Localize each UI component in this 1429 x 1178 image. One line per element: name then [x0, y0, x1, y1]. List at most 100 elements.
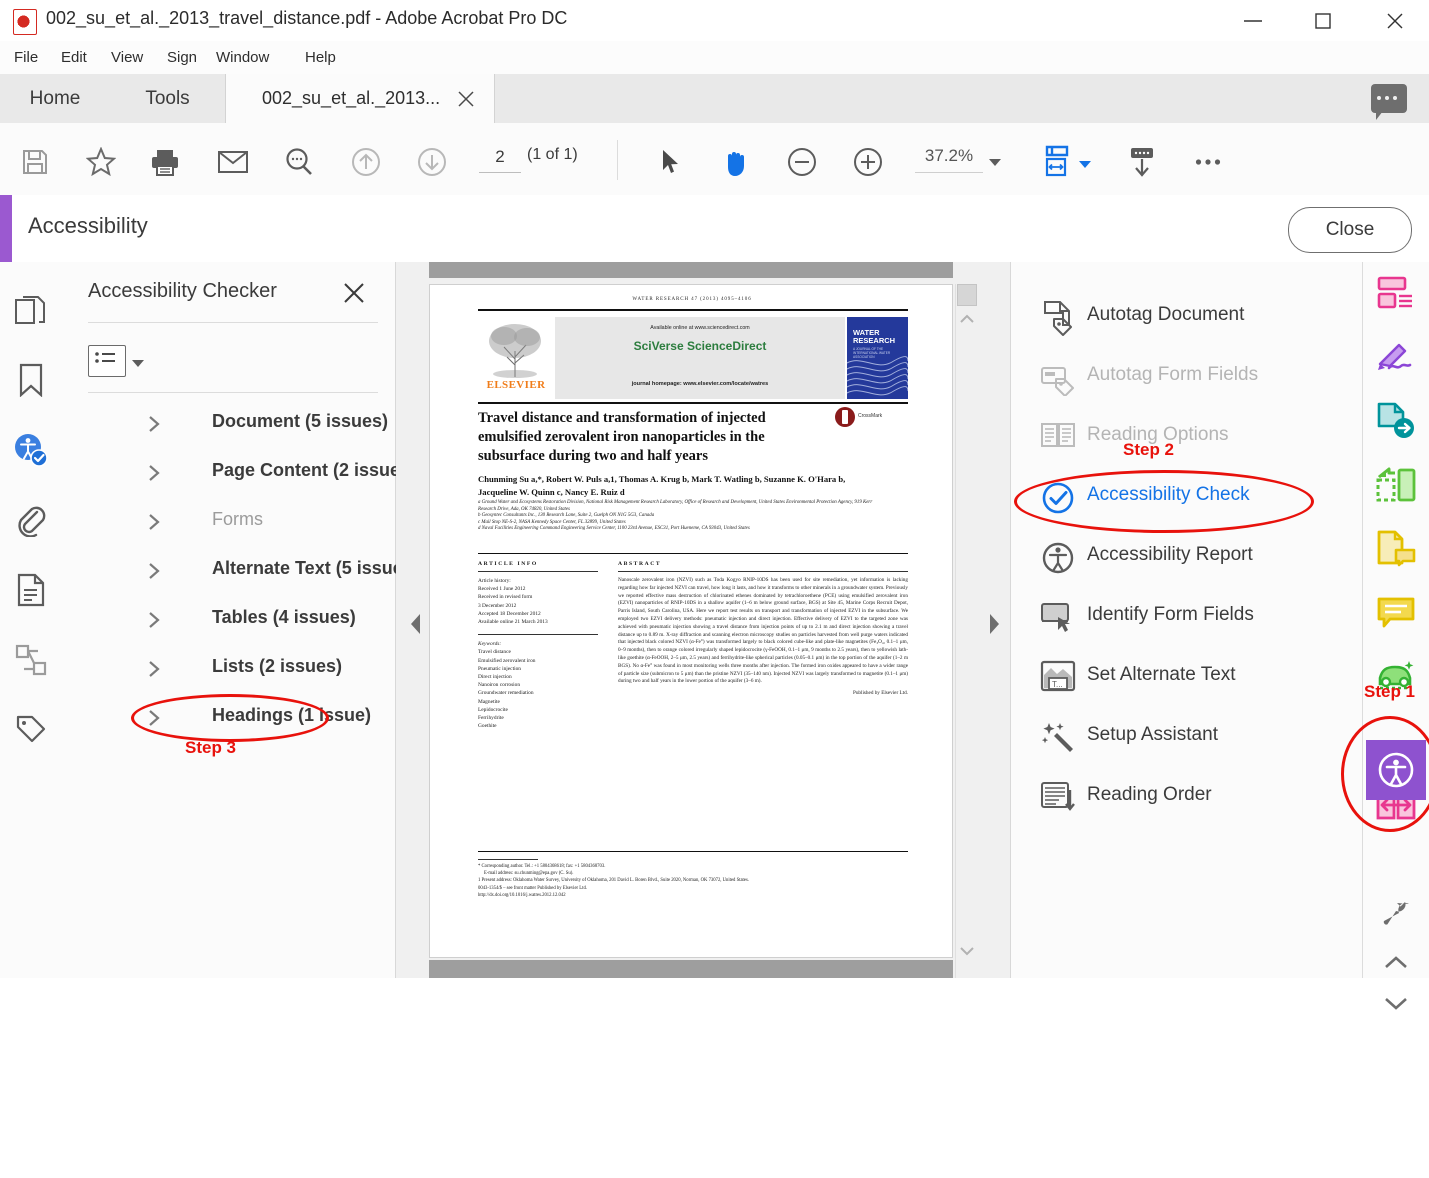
star-icon[interactable] [78, 140, 124, 184]
accessibility-icon[interactable] [1366, 740, 1426, 800]
tab-close-icon[interactable] [455, 88, 477, 110]
article-history-label: Article history: [478, 578, 511, 584]
order-icon[interactable] [8, 636, 54, 684]
menu-help[interactable]: Help [299, 47, 342, 68]
abstract-text: Nanoscale zerovalent iron (NZVI) such as… [618, 577, 908, 685]
fit-page-chevron-down-icon[interactable] [1079, 156, 1091, 174]
tree-item-document[interactable]: Document (5 issues) [62, 400, 395, 449]
next-page-icon[interactable] [409, 140, 455, 184]
search-icon[interactable] [276, 140, 322, 184]
close-accessibility-button[interactable]: Close [1288, 207, 1412, 253]
page-count-label: (1 of 1) [527, 146, 578, 163]
tool-accessibility-check[interactable]: Accessibility Check [1011, 468, 1362, 528]
tree-item-label: Document (5 issues) [212, 411, 389, 431]
tool-setup-assistant[interactable]: Setup Assistant [1011, 708, 1362, 768]
comment-icon[interactable] [1371, 588, 1421, 638]
close-icon[interactable] [341, 280, 367, 306]
fit-page-icon[interactable] [1035, 140, 1081, 184]
tool-accessibility-report[interactable]: Accessibility Report [1011, 528, 1362, 588]
tree-item-tables[interactable]: Tables (4 issues) [62, 596, 395, 645]
tree-item-forms[interactable]: Forms [62, 498, 395, 547]
page-thumbnails-icon[interactable] [8, 286, 54, 334]
menu-window[interactable]: Window [210, 47, 275, 68]
options-chevron-down-icon[interactable] [132, 355, 144, 373]
email-icon[interactable] [210, 140, 256, 184]
menu-view[interactable]: View [105, 47, 149, 68]
download-icon[interactable] [1119, 140, 1165, 184]
menu-sign[interactable]: Sign [161, 47, 203, 68]
tool-reading-order[interactable]: Reading Order [1011, 768, 1362, 828]
attachments-icon[interactable] [8, 496, 54, 544]
tab-tools[interactable]: Tools [110, 74, 225, 123]
page-top-separator [429, 262, 953, 278]
tool-label: Identify Form Fields [1087, 604, 1254, 625]
tree-item-headings[interactable]: Headings (1 issue) [62, 694, 395, 743]
tool-autotag-document[interactable]: Autotag Document [1011, 288, 1362, 348]
more-options-icon[interactable] [1185, 140, 1231, 184]
zoom-chevron-down-icon[interactable] [989, 154, 1001, 172]
tab-home[interactable]: Home [0, 74, 110, 123]
chevron-right-icon[interactable] [144, 414, 164, 434]
maximize-button[interactable] [1300, 0, 1346, 41]
tools-icon-rail [1363, 262, 1429, 1010]
water-research-cover: WATER RESEARCH A JOURNAL OF THE INTERNAT… [847, 317, 908, 399]
chevron-right-icon[interactable] [144, 659, 164, 679]
previous-page-icon[interactable] [343, 140, 389, 184]
fill-and-sign-icon[interactable] [1371, 332, 1421, 382]
hand-icon[interactable] [713, 140, 759, 184]
chevron-right-icon[interactable] [144, 561, 164, 581]
vertical-scrollbar[interactable] [955, 284, 978, 978]
keywords-block: Keywords: Travel distance Emulsified zer… [478, 640, 598, 730]
tool-identify-form-fields[interactable]: Identify Form Fields [1011, 588, 1362, 648]
chevron-right-icon[interactable] [144, 708, 164, 728]
chevron-right-icon[interactable] [144, 610, 164, 630]
save-icon[interactable] [12, 140, 58, 184]
tool-reading-options[interactable]: Reading Options [1011, 408, 1362, 468]
autotag-form-fields-icon [1040, 360, 1076, 397]
bookmarks-icon[interactable] [8, 356, 54, 404]
tool-autotag-form-fields[interactable]: Autotag Form Fields [1011, 348, 1362, 408]
water-research-title: WATER RESEARCH [853, 328, 896, 345]
chevron-right-icon[interactable] [144, 463, 164, 483]
send-for-comments-icon[interactable] [1371, 524, 1421, 574]
zoom-level-input[interactable]: 37.2% [915, 146, 983, 173]
elsevier-logo: ELSEVIER [478, 317, 553, 399]
scrollbar-thumb[interactable] [957, 284, 977, 306]
tree-item-lists[interactable]: Lists (2 issues) [62, 645, 395, 694]
previous-page-arrow[interactable] [406, 610, 426, 638]
organize-pages-icon[interactable] [1371, 460, 1421, 510]
content-icon[interactable] [8, 566, 54, 614]
menu-edit[interactable]: Edit [55, 47, 93, 68]
chevron-right-icon[interactable] [144, 512, 164, 532]
select-cursor-icon[interactable] [648, 140, 694, 184]
menu-file[interactable]: File [8, 47, 44, 68]
document-view: WATER RESEARCH 47 (2013) 4095–4106 ELSEV… [396, 262, 1011, 978]
close-window-button[interactable] [1372, 0, 1418, 41]
zoom-in-icon[interactable] [845, 140, 891, 184]
tree-item-page-content[interactable]: Page Content (2 issues) [62, 449, 416, 498]
comments-bubble-icon[interactable] [1371, 84, 1407, 120]
article-history-online: Available online 21 March 2013 [478, 619, 548, 626]
next-page-arrow[interactable] [984, 610, 1004, 638]
print-icon[interactable] [142, 140, 188, 184]
tree-item-alternate-text[interactable]: Alternate Text (5 issues) [62, 547, 419, 596]
tools-wrench-icon[interactable] [1371, 890, 1421, 940]
scroll-up-icon[interactable] [959, 312, 975, 328]
journal-citation-line: WATER RESEARCH 47 (2013) 4095–4106 [632, 297, 752, 302]
pdf-app-icon: A [13, 9, 37, 35]
setup-assistant-icon [1040, 720, 1076, 756]
scroll-down-icon[interactable] [1371, 978, 1421, 1028]
scroll-down-icon[interactable] [959, 944, 975, 960]
minimize-button[interactable] [1230, 0, 1276, 41]
accessibility-tags-icon[interactable] [8, 426, 54, 474]
keyword: Pneumatic injection [478, 665, 521, 672]
create-pdf-icon[interactable] [1371, 268, 1421, 318]
tool-set-alternate-text[interactable]: T... Set Alternate Text [1011, 648, 1362, 708]
tags-icon[interactable] [8, 706, 54, 754]
author-list: Chunming Su a,*, Robert W. Puls a,1, Tho… [478, 474, 846, 497]
export-pdf-icon[interactable] [1371, 396, 1421, 446]
zoom-out-icon[interactable] [779, 140, 825, 184]
options-list-icon[interactable] [88, 345, 126, 377]
footnote-corresponding-author: * Corresponding author. Tel.: +1 5804368… [478, 864, 606, 869]
page-number-input[interactable]: 2 [479, 144, 521, 173]
